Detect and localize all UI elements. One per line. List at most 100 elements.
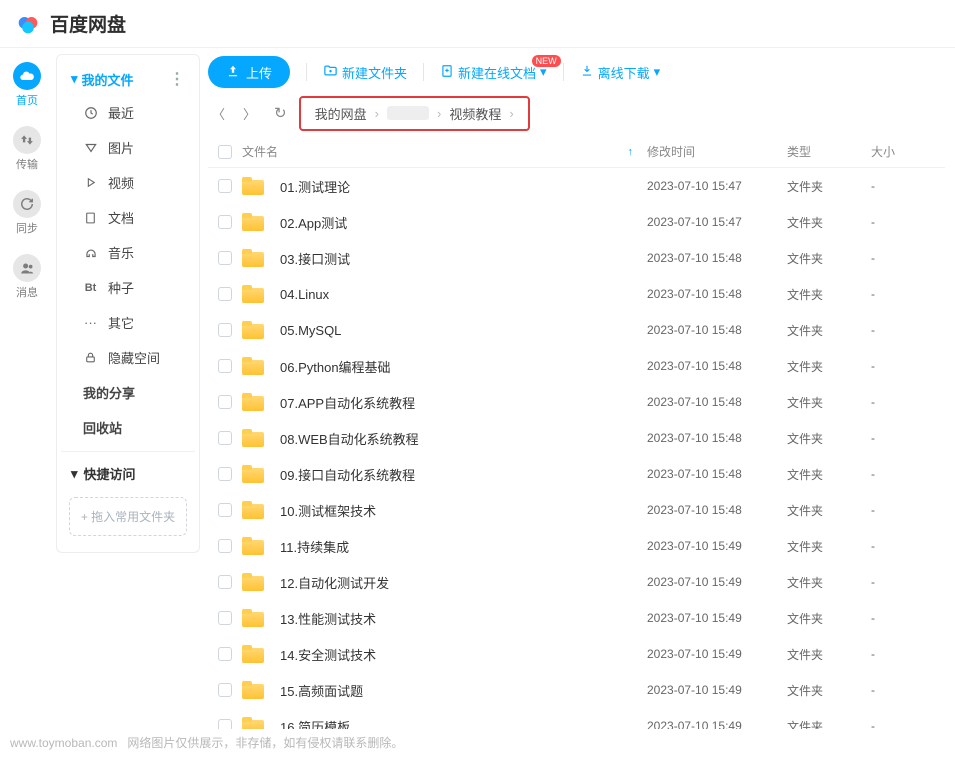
image-icon bbox=[83, 141, 98, 155]
table-row[interactable]: 16.简历模板2023-07-10 15:49文件夹- bbox=[208, 708, 945, 729]
row-checkbox[interactable] bbox=[218, 323, 232, 337]
file-name[interactable]: 05.MySQL bbox=[280, 323, 341, 338]
row-checkbox[interactable] bbox=[218, 215, 232, 229]
sidebar-item-torrent[interactable]: Bt 种子 bbox=[61, 270, 195, 305]
file-name[interactable]: 08.WEB自动化系统教程 bbox=[280, 429, 419, 448]
file-size: - bbox=[871, 359, 945, 373]
file-size: - bbox=[871, 395, 945, 409]
file-size: - bbox=[871, 467, 945, 481]
file-type: 文件夹 bbox=[787, 322, 871, 339]
sidebar-my-files[interactable]: ▾ 我的文件 ⋮ bbox=[61, 63, 195, 95]
sidebar-item-docs[interactable]: 文档 bbox=[61, 200, 195, 235]
nav-forward-button[interactable]: 〉 bbox=[239, 102, 260, 125]
nav-refresh-button[interactable]: ↻ bbox=[270, 102, 291, 124]
file-name[interactable]: 14.安全测试技术 bbox=[280, 645, 376, 664]
folder-icon bbox=[242, 645, 264, 663]
footer-note: www.toymoban.com 网络图片仅供展示，非存储，如有侵权请联系删除。 bbox=[10, 734, 945, 751]
row-checkbox[interactable] bbox=[218, 539, 232, 553]
file-size: - bbox=[871, 575, 945, 589]
row-checkbox[interactable] bbox=[218, 287, 232, 301]
row-checkbox[interactable] bbox=[218, 719, 232, 729]
file-name[interactable]: 04.Linux bbox=[280, 287, 329, 302]
breadcrumb-redacted[interactable] bbox=[387, 106, 429, 120]
select-all-checkbox[interactable] bbox=[218, 145, 232, 159]
sync-icon bbox=[13, 190, 41, 218]
file-date: 2023-07-10 15:47 bbox=[647, 179, 787, 193]
table-row[interactable]: 05.MySQL2023-07-10 15:48文件夹- bbox=[208, 312, 945, 348]
row-checkbox[interactable] bbox=[218, 395, 232, 409]
table-row[interactable]: 11.持续集成2023-07-10 15:49文件夹- bbox=[208, 528, 945, 564]
row-checkbox[interactable] bbox=[218, 503, 232, 517]
col-type-label[interactable]: 类型 bbox=[787, 143, 871, 160]
col-date-label[interactable]: 修改时间 bbox=[647, 143, 787, 160]
file-name[interactable]: 13.性能测试技术 bbox=[280, 609, 376, 628]
file-name[interactable]: 09.接口自动化系统教程 bbox=[280, 465, 415, 484]
file-name[interactable]: 12.自动化测试开发 bbox=[280, 573, 389, 592]
sidebar-recycle[interactable]: 回收站 bbox=[61, 410, 195, 445]
table-header: 文件名 ↑ 修改时间 类型 大小 bbox=[208, 136, 945, 168]
new-folder-button[interactable]: 新建文件夹 bbox=[323, 63, 407, 82]
file-date: 2023-07-10 15:48 bbox=[647, 395, 787, 409]
transfer-icon bbox=[13, 126, 41, 154]
file-size: - bbox=[871, 539, 945, 553]
row-checkbox[interactable] bbox=[218, 683, 232, 697]
file-name[interactable]: 16.简历模板 bbox=[280, 717, 350, 730]
sidebar-item-music[interactable]: 音乐 bbox=[61, 235, 195, 270]
file-name[interactable]: 06.Python编程基础 bbox=[280, 357, 391, 376]
sidebar-item-recent[interactable]: 最近 bbox=[61, 95, 195, 130]
table-row[interactable]: 08.WEB自动化系统教程2023-07-10 15:48文件夹- bbox=[208, 420, 945, 456]
table-row[interactable]: 13.性能测试技术2023-07-10 15:49文件夹- bbox=[208, 600, 945, 636]
nav-controls: 〈 〉 ↻ bbox=[208, 102, 291, 125]
sidebar-item-other[interactable]: ··· 其它 bbox=[61, 305, 195, 340]
table-row[interactable]: 12.自动化测试开发2023-07-10 15:49文件夹- bbox=[208, 564, 945, 600]
row-checkbox[interactable] bbox=[218, 251, 232, 265]
table-row[interactable]: 14.安全测试技术2023-07-10 15:49文件夹- bbox=[208, 636, 945, 672]
more-icon[interactable]: ⋮ bbox=[169, 69, 185, 89]
nav-back-button[interactable]: 〈 bbox=[208, 102, 229, 125]
sidebar-item-hidden[interactable]: 隐藏空间 bbox=[61, 340, 195, 375]
table-row[interactable]: 15.高频面试题2023-07-10 15:49文件夹- bbox=[208, 672, 945, 708]
file-name[interactable]: 01.测试理论 bbox=[280, 177, 350, 196]
sort-asc-icon[interactable]: ↑ bbox=[628, 146, 634, 158]
sidebar-quick-access[interactable]: ▾ 快捷访问 bbox=[61, 458, 195, 489]
new-online-doc-button[interactable]: 新建在线文档 ▾ NEW bbox=[440, 63, 547, 82]
table-row[interactable]: 02.App测试2023-07-10 15:47文件夹- bbox=[208, 204, 945, 240]
col-name-label[interactable]: 文件名 bbox=[242, 143, 278, 160]
row-checkbox[interactable] bbox=[218, 647, 232, 661]
table-row[interactable]: 10.测试框架技术2023-07-10 15:48文件夹- bbox=[208, 492, 945, 528]
rail-home[interactable]: 首页 bbox=[13, 62, 41, 108]
table-row[interactable]: 09.接口自动化系统教程2023-07-10 15:48文件夹- bbox=[208, 456, 945, 492]
file-name[interactable]: 15.高频面试题 bbox=[280, 681, 363, 700]
table-row[interactable]: 01.测试理论2023-07-10 15:47文件夹- bbox=[208, 168, 945, 204]
table-row[interactable]: 03.接口测试2023-07-10 15:48文件夹- bbox=[208, 240, 945, 276]
row-checkbox[interactable] bbox=[218, 575, 232, 589]
doc-icon bbox=[83, 211, 98, 225]
row-checkbox[interactable] bbox=[218, 611, 232, 625]
row-checkbox[interactable] bbox=[218, 467, 232, 481]
breadcrumb-root[interactable]: 我的网盘 bbox=[315, 104, 367, 123]
sidebar-my-share[interactable]: 我的分享 bbox=[61, 375, 195, 410]
rail-sync[interactable]: 同步 bbox=[13, 190, 41, 236]
file-name[interactable]: 11.持续集成 bbox=[280, 537, 349, 556]
rail-transfer[interactable]: 传输 bbox=[13, 126, 41, 172]
table-row[interactable]: 04.Linux2023-07-10 15:48文件夹- bbox=[208, 276, 945, 312]
file-name[interactable]: 07.APP自动化系统教程 bbox=[280, 393, 415, 412]
row-checkbox[interactable] bbox=[218, 179, 232, 193]
sidebar-item-videos[interactable]: 视频 bbox=[61, 165, 195, 200]
col-size-label[interactable]: 大小 bbox=[871, 143, 945, 160]
table-row[interactable]: 07.APP自动化系统教程2023-07-10 15:48文件夹- bbox=[208, 384, 945, 420]
sidebar-item-images[interactable]: 图片 bbox=[61, 130, 195, 165]
table-row[interactable]: 06.Python编程基础2023-07-10 15:48文件夹- bbox=[208, 348, 945, 384]
file-name[interactable]: 03.接口测试 bbox=[280, 249, 350, 268]
folder-icon bbox=[242, 717, 264, 729]
quick-access-drop[interactable]: + 拖入常用文件夹 bbox=[69, 497, 187, 536]
breadcrumb-current[interactable]: 视频教程 bbox=[449, 104, 501, 123]
upload-button[interactable]: 上传 bbox=[208, 56, 290, 88]
app-header: 百度网盘 bbox=[0, 0, 955, 48]
rail-messages[interactable]: 消息 bbox=[13, 254, 41, 300]
file-name[interactable]: 10.测试框架技术 bbox=[280, 501, 376, 520]
file-name[interactable]: 02.App测试 bbox=[280, 213, 347, 232]
offline-download-button[interactable]: 离线下载 ▾ bbox=[580, 63, 661, 82]
row-checkbox[interactable] bbox=[218, 431, 232, 445]
row-checkbox[interactable] bbox=[218, 359, 232, 373]
